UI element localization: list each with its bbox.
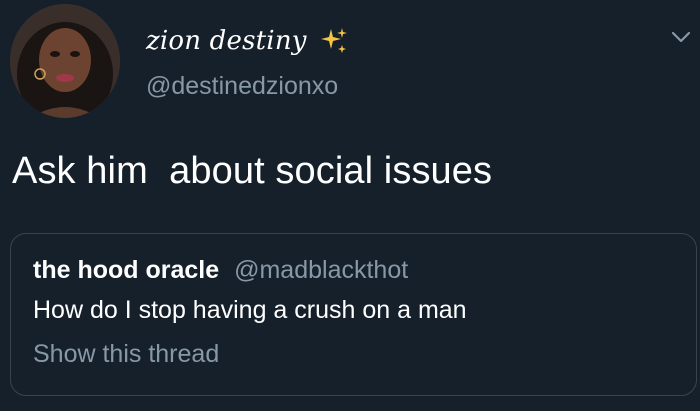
author-name-row: zion destiny: [146, 26, 349, 56]
show-thread-link[interactable]: Show this thread: [33, 340, 219, 369]
chevron-down-icon[interactable]: [670, 26, 692, 48]
tweet: zion destiny @destinedzionxo Ask him abo…: [0, 0, 700, 411]
quoted-tweet-header: the hood oracle @madblackthot: [33, 256, 408, 285]
author-display-name[interactable]: zion destiny: [146, 26, 307, 56]
sparkles-icon: [319, 26, 349, 56]
quoted-author-handle[interactable]: @madblackthot: [234, 256, 408, 284]
author-handle[interactable]: @destinedzionxo: [146, 72, 338, 101]
quoted-author-name[interactable]: the hood oracle: [33, 256, 219, 284]
avatar[interactable]: [10, 4, 120, 118]
quoted-tweet-card[interactable]: the hood oracle @madblackthot How do I s…: [10, 233, 697, 396]
avatar-photo-icon: [10, 4, 120, 118]
tweet-text: Ask him about social issues: [12, 150, 493, 192]
quoted-tweet-text: How do I stop having a crush on a man: [33, 296, 467, 324]
